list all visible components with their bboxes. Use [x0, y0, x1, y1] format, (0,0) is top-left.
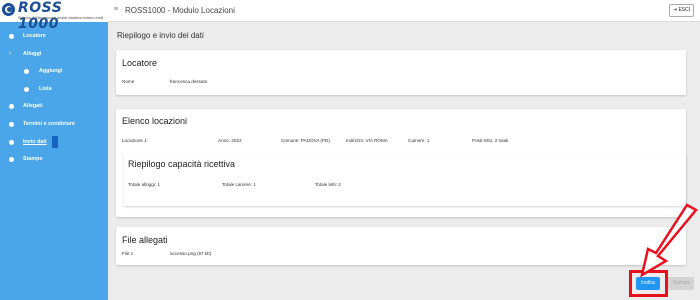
- bullet-icon: [9, 139, 14, 145]
- bullet-icon: [9, 156, 14, 162]
- sidebar-item-label: Aggiungi: [39, 68, 63, 74]
- locazione-posti-letto: Posti letto: 2 totali: [472, 138, 509, 143]
- sidebar-item-label: Stampe: [23, 156, 43, 162]
- totale-alloggi: Totale alloggi: 1: [128, 182, 160, 187]
- sidebar-item-alloggi[interactable]: › Alloggi: [0, 47, 108, 61]
- bullet-icon: [24, 68, 29, 74]
- inoltra-button[interactable]: Inoltra: [636, 277, 660, 290]
- locazione-comune: Comune: PADOVA (PD): [281, 138, 330, 143]
- file-name[interactable]: accesso.png (67 kb): [170, 251, 211, 256]
- totale-letti: Totale letti: 2: [315, 182, 341, 187]
- file-label: File 1: [122, 251, 134, 256]
- riepilogo-card: Riepilogo capacità ricettiva Totale allo…: [124, 154, 686, 206]
- sidebar-item-label: Termini e condizioni: [23, 121, 75, 127]
- bullet-icon: [24, 86, 29, 92]
- sidebar-item-aggiungi[interactable]: Aggiungi: [0, 64, 108, 78]
- hamburger-icon[interactable]: ≡: [114, 6, 118, 13]
- allegati-card: File allegati File 1 accesso.png (67 kb): [116, 227, 686, 265]
- locazioni-title: Elenco locazioni: [122, 116, 188, 126]
- active-item-marker: [52, 136, 58, 148]
- sidebar-item-allegati[interactable]: Allegati: [0, 99, 108, 113]
- locatore-card: Locatore Nome francesca dessato: [116, 50, 686, 95]
- riepilogo-title: Riepilogo capacità ricettiva: [128, 159, 236, 169]
- allegati-title: File allegati: [122, 235, 168, 245]
- locatore-name-value: francesca dessato: [170, 79, 208, 84]
- sidebar-item-label: Allegati: [23, 103, 43, 109]
- bullet-icon: [9, 121, 14, 127]
- locazione-name: Locazione 1: [122, 138, 147, 143]
- bullet-icon: [9, 103, 14, 109]
- sidebar-item-termini[interactable]: Termini e condizioni: [0, 117, 108, 131]
- sidebar: ROSS 1000 Sistema di Rilevazione e anali…: [0, 0, 108, 300]
- sidebar-item-label: Invio dati: [23, 139, 47, 145]
- sidebar-item-locatore[interactable]: Locatore: [0, 29, 108, 43]
- stampa-button: Stampa: [668, 277, 694, 290]
- logo[interactable]: ROSS 1000 Sistema di Rilevazione e anali…: [0, 0, 108, 32]
- sidebar-item-lista[interactable]: Lista: [0, 82, 108, 96]
- locazione-anno: Anno: 2022: [218, 138, 242, 143]
- sidebar-item-label: Locatore: [23, 33, 46, 39]
- locatore-name-label: Nome: [122, 79, 135, 84]
- sidebar-item-label: Alloggi: [23, 51, 42, 57]
- logo-subtitle: Sistema di Rilevazione e analisi statist…: [18, 16, 104, 20]
- locazione-camere: Camere: 1: [408, 138, 430, 143]
- top-bar: ≡ ROSS1000 - Modulo Locazioni ⇥ ESCI: [108, 0, 700, 22]
- sidebar-item-label: Lista: [39, 86, 52, 92]
- bullet-icon: [9, 33, 14, 39]
- sidebar-item-stampe[interactable]: Stampe: [0, 152, 108, 166]
- ross-logo-icon: [2, 3, 15, 16]
- exit-button[interactable]: ⇥ ESCI: [669, 4, 694, 17]
- chevron-right-icon: ›: [9, 50, 12, 57]
- totale-camere: Totale camere: 1: [222, 182, 256, 187]
- page-title: Riepilogo e invio dei dati: [117, 31, 204, 40]
- locazione-indirizzo: Indirizzo: VIA ROMA: [346, 138, 388, 143]
- app-title: ROSS1000 - Modulo Locazioni: [125, 6, 235, 15]
- locatore-title: Locatore: [122, 58, 158, 68]
